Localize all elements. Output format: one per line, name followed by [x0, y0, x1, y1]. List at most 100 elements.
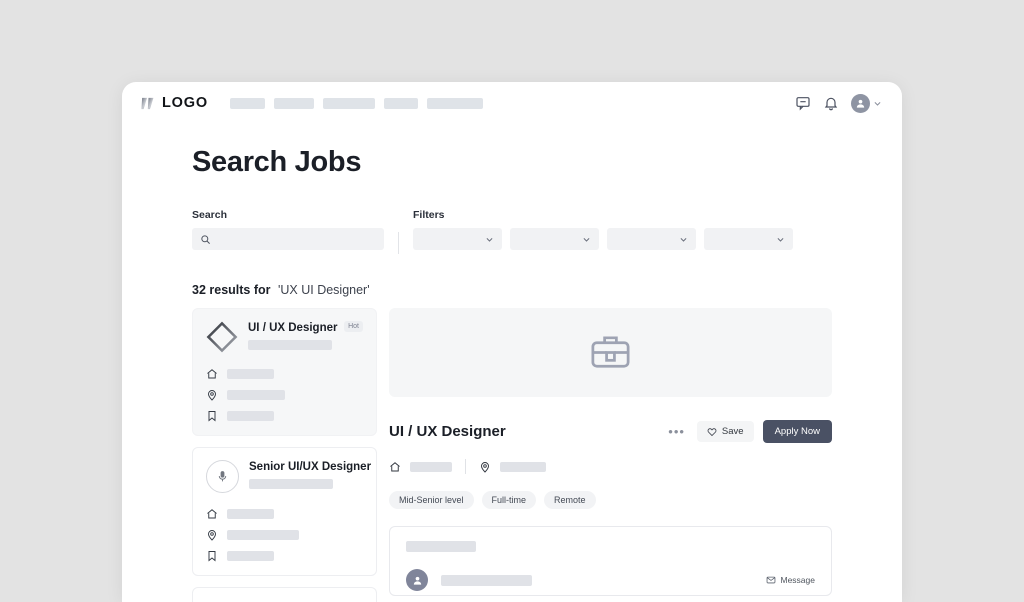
messages-icon[interactable] [795, 95, 811, 111]
location-pin-icon [208, 390, 216, 401]
job-card-header: Senior UI/UX Designer [206, 460, 372, 493]
page-title: Search Jobs [192, 146, 362, 178]
meta-value-placeholder [227, 369, 274, 379]
nav-item-4[interactable] [383, 97, 418, 109]
top-navigation-bar: LOGO [122, 82, 902, 124]
filter-dropdown-4[interactable] [704, 228, 793, 250]
results-summary: 32 results for 'UX UI Designer' [192, 283, 902, 297]
bookmark-icon [208, 551, 216, 562]
company-logo-circle-icon [206, 460, 239, 493]
location-placeholder [500, 461, 546, 472]
recruiter-avatar [406, 569, 428, 591]
job-card[interactable]: Senior UI/UX Designer [192, 447, 377, 576]
job-detail-meta [389, 459, 832, 474]
job-card[interactable]: UI / UX Designer Hot [192, 308, 377, 436]
chevron-down-icon [486, 237, 493, 242]
search-label: Search [192, 209, 228, 221]
location-pin-icon [481, 461, 489, 473]
chevron-down-icon [680, 237, 687, 242]
meta-value-placeholder [227, 390, 285, 400]
person-icon [413, 576, 421, 585]
job-card-company-placeholder [248, 340, 332, 350]
results-count: 32 results for [192, 283, 271, 297]
search-and-filters: Search Filters [192, 209, 902, 254]
job-card-title: UI / UX Designer [248, 322, 338, 334]
envelope-icon [766, 576, 775, 584]
chevron-down-icon [583, 237, 590, 242]
meta-row-company [206, 508, 363, 520]
controls-divider [398, 232, 399, 254]
meta-row-location [206, 529, 363, 541]
job-banner [389, 308, 832, 397]
filters-row [413, 228, 902, 250]
more-options-button[interactable]: ••• [665, 423, 688, 440]
meta-row-saved [206, 410, 363, 422]
search-section: Search [192, 209, 384, 250]
recruiter-row: Message [406, 569, 815, 591]
company-placeholder [410, 461, 452, 472]
home-icon [207, 509, 217, 519]
app-window: LOGO Search Jobs Search Filters 32 resul… [122, 82, 902, 602]
page-content: Search Jobs Search Filters 32 results fo… [122, 124, 902, 602]
search-box[interactable] [192, 228, 384, 250]
chevron-down-icon[interactable] [873, 99, 882, 108]
search-icon [201, 234, 210, 244]
job-card[interactable] [192, 587, 377, 602]
meta-row-company [206, 368, 363, 380]
apply-now-button[interactable]: Apply Now [762, 420, 832, 443]
filter-dropdown-3[interactable] [607, 228, 696, 250]
logo-mark-icon [141, 97, 154, 109]
message-button[interactable]: Message [766, 575, 816, 585]
nav-item-3[interactable] [322, 97, 375, 109]
home-icon [207, 369, 217, 379]
briefcase-icon [591, 336, 630, 368]
brand-name: LOGO [162, 95, 208, 111]
microphone-icon [218, 471, 227, 482]
filters-section: Filters [413, 209, 902, 250]
user-avatar[interactable] [851, 93, 870, 113]
person-icon [856, 99, 865, 108]
job-card-text: Senior UI/UX Designer [249, 460, 372, 489]
job-tags: Mid-Senior level Full-time Remote [389, 491, 832, 509]
meta-row-saved [206, 550, 363, 562]
filter-dropdown-1[interactable] [413, 228, 502, 250]
brand-logo[interactable]: LOGO [140, 95, 208, 112]
filters-label: Filters [413, 209, 445, 221]
meta-value-placeholder [227, 551, 274, 561]
nav-links [229, 97, 483, 109]
search-input[interactable] [211, 233, 376, 245]
job-detail-header: UI / UX Designer ••• Save Apply Now [389, 420, 832, 443]
chevron-down-icon [777, 237, 784, 242]
job-card-title: Senior UI/UX Designer [249, 461, 372, 473]
status-badge: Hot [344, 321, 363, 332]
recruiter-name-placeholder [441, 574, 532, 586]
results-query: 'UX UI Designer' [278, 283, 370, 297]
job-tag-employment-type: Full-time [481, 491, 537, 509]
nav-item-2[interactable] [273, 97, 314, 109]
meta-value-placeholder [227, 509, 274, 519]
notifications-bell-icon[interactable] [823, 95, 839, 111]
bookmark-icon [208, 411, 216, 422]
nav-item-5[interactable] [426, 97, 483, 109]
filter-dropdown-2[interactable] [510, 228, 599, 250]
location-pin-icon [208, 530, 216, 541]
company-logo-diamond-icon [206, 321, 238, 353]
job-description-card: Message [389, 526, 832, 596]
job-card-meta [206, 368, 363, 422]
user-menu[interactable] [851, 93, 882, 113]
meta-divider [465, 459, 466, 474]
message-label: Message [780, 575, 816, 585]
job-tag-workplace: Remote [544, 491, 596, 509]
job-detail-panel: UI / UX Designer ••• Save Apply Now Mid-… [389, 308, 832, 602]
job-card-text: UI / UX Designer [248, 321, 338, 350]
nav-item-1[interactable] [229, 97, 265, 109]
save-button[interactable]: Save [696, 421, 754, 442]
meta-row-location [206, 389, 363, 401]
job-card-header: UI / UX Designer Hot [206, 321, 363, 353]
job-list: UI / UX Designer Hot Senior UI/UX Design… [192, 308, 377, 602]
job-detail-title: UI / UX Designer [389, 423, 506, 440]
job-detail-actions: ••• Save Apply Now [665, 420, 832, 443]
top-bar-actions [795, 93, 882, 113]
results-layout: UI / UX Designer Hot Senior UI/UX Design… [192, 308, 902, 602]
meta-value-placeholder [227, 530, 299, 540]
